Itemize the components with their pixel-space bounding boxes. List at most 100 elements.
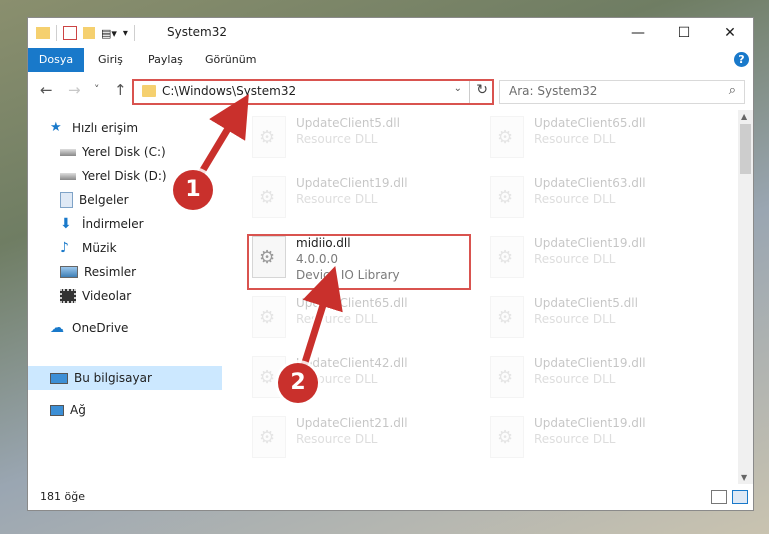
help-button[interactable]: ? bbox=[734, 52, 749, 67]
sidebar-item-disk-c[interactable]: Yerel Disk (C:) bbox=[28, 140, 254, 164]
file-description: Resource DLL bbox=[534, 252, 616, 266]
tab-share[interactable]: Paylaş bbox=[148, 48, 183, 72]
music-icon: ♪ bbox=[60, 240, 69, 256]
sidebar-item-label: Hızlı erişim bbox=[72, 121, 139, 135]
scroll-thumb[interactable] bbox=[740, 124, 751, 174]
scroll-down-arrow[interactable]: ▼ bbox=[741, 473, 747, 482]
file-highlight-box bbox=[247, 234, 471, 290]
dll-file-icon bbox=[490, 416, 524, 458]
large-icons-view-icon[interactable] bbox=[732, 490, 748, 504]
file-item[interactable]: UpdateClient19.dll Resource DLL bbox=[460, 230, 680, 284]
back-button[interactable]: ← bbox=[40, 81, 53, 99]
sidebar-item-label: Belgeler bbox=[79, 193, 129, 207]
star-icon: ★ bbox=[50, 120, 62, 135]
dll-file-icon bbox=[252, 176, 286, 218]
dll-file-icon bbox=[490, 296, 524, 338]
window-title: System32 bbox=[167, 25, 228, 39]
sidebar-item-music[interactable]: ♪ Müzik ◢ bbox=[28, 236, 254, 260]
file-item[interactable]: UpdateClient19.dll Resource DLL bbox=[460, 350, 680, 404]
maximize-button[interactable]: ☐ bbox=[661, 18, 707, 48]
toolbar-overflow-icon[interactable]: ▾ bbox=[123, 28, 128, 39]
tab-file[interactable]: Dosya bbox=[28, 48, 84, 72]
search-input[interactable]: Ara: System32 ⌕ bbox=[499, 80, 745, 104]
forward-button[interactable]: → bbox=[68, 81, 81, 99]
sidebar-item-downloads[interactable]: ⬇ İndirmeler ◢ bbox=[28, 212, 254, 236]
file-item[interactable]: UpdateClient19.dll Resource DLL bbox=[460, 410, 680, 464]
tab-home[interactable]: Giriş bbox=[98, 48, 123, 72]
pictures-icon bbox=[60, 266, 78, 278]
sidebar-item-videos[interactable]: Videolar ◢ bbox=[28, 284, 254, 308]
file-name: UpdateClient65.dll bbox=[534, 116, 646, 130]
scroll-up-arrow[interactable]: ▲ bbox=[741, 112, 747, 121]
file-description: Resource DLL bbox=[296, 132, 378, 146]
drive-icon bbox=[60, 148, 76, 156]
file-name: UpdateClient42.dll bbox=[296, 356, 408, 370]
dll-file-icon bbox=[490, 356, 524, 398]
file-name: UpdateClient5.dll bbox=[296, 116, 400, 130]
dll-file-icon bbox=[490, 116, 524, 158]
vertical-scrollbar[interactable]: ▲ ▼ bbox=[738, 110, 753, 484]
cloud-icon: ☁ bbox=[50, 320, 64, 336]
file-description: Resource DLL bbox=[534, 372, 616, 386]
sidebar-item-label: Müzik bbox=[82, 241, 117, 255]
file-name: UpdateClient5.dll bbox=[534, 296, 638, 310]
file-description: Resource DLL bbox=[296, 312, 378, 326]
details-view-icon[interactable] bbox=[711, 490, 727, 504]
sidebar-item-label: İndirmeler bbox=[82, 217, 144, 231]
status-bar: 181 öğe bbox=[28, 484, 753, 510]
properties-icon[interactable] bbox=[63, 26, 77, 40]
folder-icon bbox=[142, 85, 156, 97]
minimize-button[interactable]: — bbox=[615, 18, 661, 48]
file-item[interactable]: UpdateClient21.dll Resource DLL bbox=[222, 410, 442, 464]
file-name: UpdateClient63.dll bbox=[534, 176, 646, 190]
file-name: UpdateClient19.dll bbox=[534, 416, 646, 430]
file-item[interactable]: UpdateClient63.dll Resource DLL bbox=[460, 170, 680, 224]
search-placeholder: Ara: System32 bbox=[509, 84, 598, 98]
sidebar-item-label: Bu bilgisayar bbox=[74, 371, 152, 385]
file-item[interactable]: UpdateClient42.dll Resource DLL bbox=[222, 350, 442, 404]
dll-file-icon bbox=[252, 116, 286, 158]
close-button[interactable]: ✕ bbox=[707, 18, 753, 48]
sidebar-item-onedrive[interactable]: ☁ OneDrive bbox=[28, 316, 244, 340]
divider bbox=[56, 25, 57, 41]
file-name: UpdateClient19.dll bbox=[296, 176, 408, 190]
search-icon[interactable]: ⌕ bbox=[729, 83, 736, 98]
download-icon: ⬇ bbox=[60, 216, 72, 232]
tab-view[interactable]: Görünüm bbox=[205, 48, 256, 72]
video-icon bbox=[60, 289, 76, 303]
sidebar-item-pictures[interactable]: Resimler ◢ bbox=[28, 260, 254, 284]
up-button[interactable]: ↑ bbox=[114, 81, 127, 99]
folder-icon bbox=[36, 27, 50, 39]
file-description: Resource DLL bbox=[534, 132, 616, 146]
file-item[interactable]: UpdateClient65.dll Resource DLL bbox=[222, 290, 442, 344]
new-folder-icon[interactable] bbox=[83, 27, 95, 39]
address-bar[interactable]: C:\Windows\System32 ⌄ ↻ bbox=[132, 79, 494, 105]
dll-file-icon bbox=[252, 416, 286, 458]
customize-toolbar-icon[interactable]: ▤▾ bbox=[101, 27, 117, 40]
file-item[interactable]: UpdateClient5.dll Resource DLL bbox=[460, 290, 680, 344]
chevron-down-icon[interactable]: ⌄ bbox=[454, 83, 462, 94]
recent-locations-button[interactable]: ˅ bbox=[94, 83, 100, 96]
sidebar-item-network[interactable]: Ağ bbox=[28, 398, 244, 422]
sidebar-item-disk-d[interactable]: Yerel Disk (D:) ◢ bbox=[28, 164, 254, 188]
file-description: Resource DLL bbox=[296, 432, 378, 446]
dll-file-icon bbox=[490, 236, 524, 278]
sidebar-item-quick-access[interactable]: ★ Hızlı erişim bbox=[28, 116, 244, 140]
title-bar: ▤▾ ▾ System32 — ☐ ✕ bbox=[28, 18, 753, 48]
drive-icon bbox=[60, 172, 76, 180]
quick-access-toolbar: ▤▾ ▾ bbox=[36, 25, 135, 41]
file-item[interactable]: UpdateClient5.dll Resource DLL bbox=[222, 110, 442, 164]
divider bbox=[133, 25, 135, 41]
sidebar-item-documents[interactable]: Belgeler ◢ bbox=[28, 188, 254, 212]
item-count: 181 öğe bbox=[40, 490, 85, 503]
dll-file-icon bbox=[490, 176, 524, 218]
dll-file-icon bbox=[252, 296, 286, 338]
file-name: UpdateClient19.dll bbox=[534, 356, 646, 370]
sidebar-item-this-pc[interactable]: Bu bilgisayar bbox=[28, 366, 222, 390]
network-icon bbox=[50, 404, 64, 416]
file-item[interactable]: UpdateClient19.dll Resource DLL bbox=[222, 170, 442, 224]
file-item[interactable]: UpdateClient65.dll Resource DLL bbox=[460, 110, 680, 164]
step-2-badge: 2 bbox=[278, 363, 318, 403]
address-path[interactable]: C:\Windows\System32 bbox=[162, 84, 296, 98]
refresh-button[interactable]: ↻ bbox=[476, 82, 488, 98]
